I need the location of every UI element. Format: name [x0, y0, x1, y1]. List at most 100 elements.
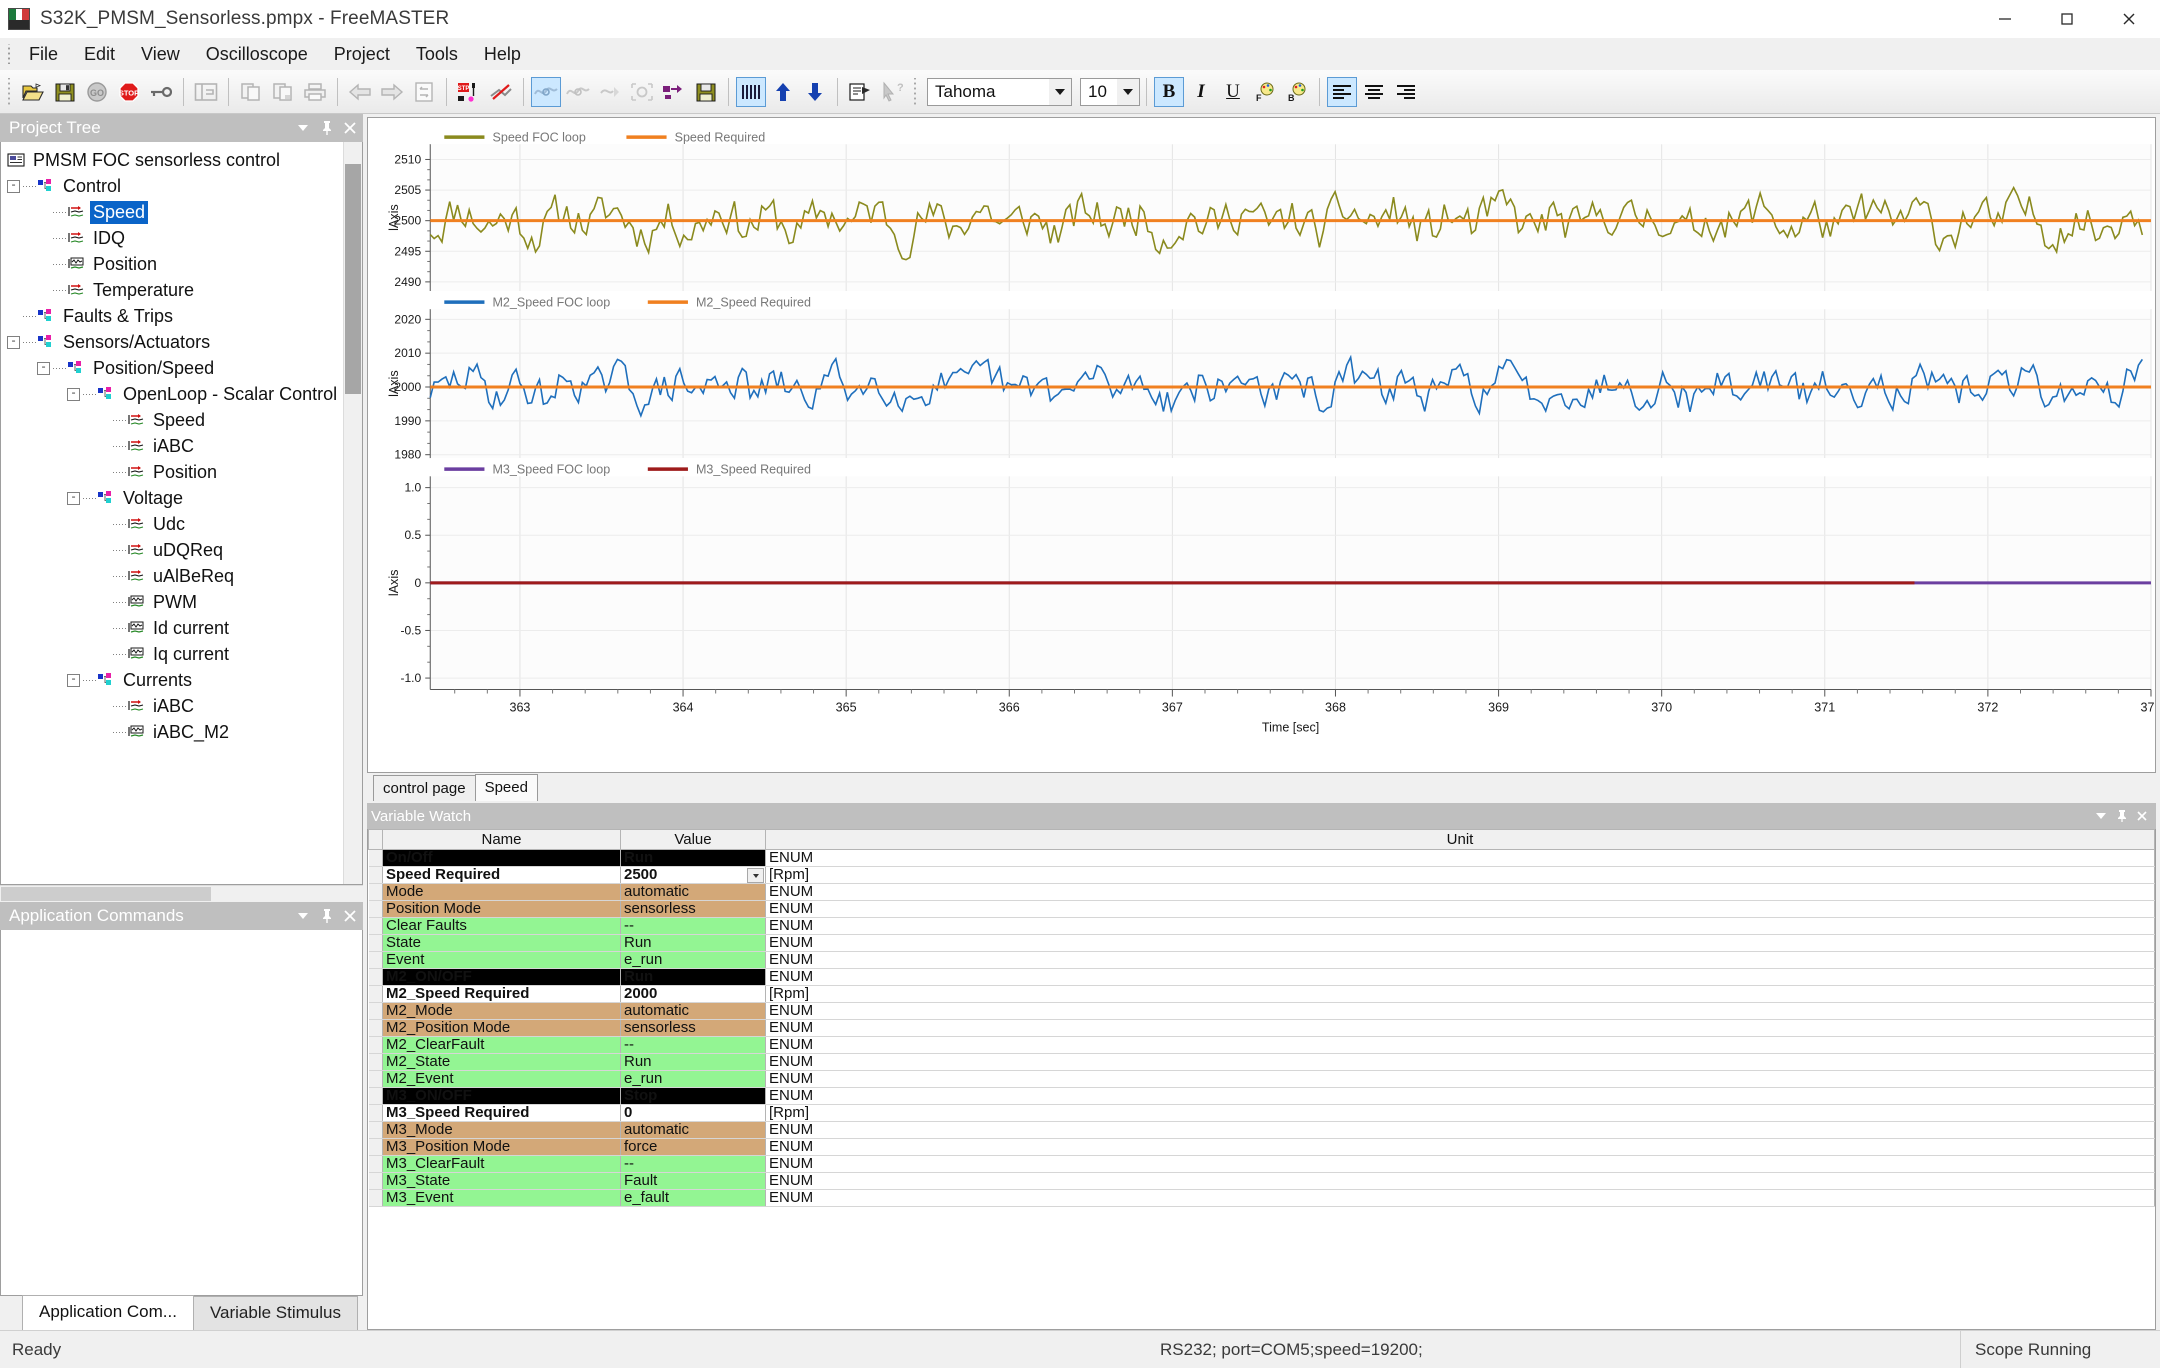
tree-node-temperature[interactable]: Temperature [7, 277, 362, 303]
watch-value-cell[interactable]: 0 [621, 1105, 766, 1122]
watch-name-cell[interactable]: M3_ClearFault [383, 1156, 621, 1173]
tree-node-currents[interactable]: -Currents [7, 667, 362, 693]
column-header-name[interactable]: Name [383, 830, 621, 850]
download-icon[interactable] [800, 77, 830, 107]
row-selector-cell[interactable] [369, 952, 383, 969]
bold-button[interactable]: B [1154, 77, 1184, 107]
watch-name-cell[interactable]: State [383, 935, 621, 952]
tree-node-pwm[interactable]: PWM [7, 589, 362, 615]
help-pointer-icon[interactable]: ? [877, 77, 907, 107]
tree-node-iabc[interactable]: iABC [7, 433, 362, 459]
watch-name-cell[interactable]: M3_Position Mode [383, 1139, 621, 1156]
row-selector-cell[interactable] [369, 1139, 383, 1156]
watch-value-cell[interactable]: e_run [621, 952, 766, 969]
table-row[interactable]: M2_ON/OFFRunENUM [369, 969, 2155, 986]
row-selector-cell[interactable] [369, 1003, 383, 1020]
watch-name-cell[interactable]: M3_Speed Required [383, 1105, 621, 1122]
tree-node-openloop-scalar-control[interactable]: -OpenLoop - Scalar Control [7, 381, 362, 407]
watch-name-cell[interactable]: M2_Speed Required [383, 986, 621, 1003]
tree-node-speed[interactable]: Speed [7, 407, 362, 433]
tree-node-ualbereq[interactable]: uAlBeReq [7, 563, 362, 589]
watch-value-cell[interactable]: Run [621, 1054, 766, 1071]
watch-value-cell[interactable]: force [621, 1139, 766, 1156]
pin-icon[interactable] [321, 120, 333, 136]
table-row[interactable]: M2_StateRunENUM [369, 1054, 2155, 1071]
row-selector-cell[interactable] [369, 1105, 383, 1122]
table-row[interactable]: M3_ModeautomaticENUM [369, 1122, 2155, 1139]
watch-name-cell[interactable]: M3_ON/OFF [383, 1088, 621, 1105]
print-icon[interactable] [300, 77, 330, 107]
row-selector-cell[interactable] [369, 901, 383, 918]
stop-icon[interactable]: STOP [114, 77, 144, 107]
variable-watch-table-area[interactable]: Name Value Unit On/OffRunENUMSpeed Requi… [367, 829, 2156, 1330]
watch-value-cell[interactable]: automatic [621, 1122, 766, 1139]
paste-icon[interactable] [268, 77, 298, 107]
row-selector-cell[interactable] [369, 986, 383, 1003]
panel-menu-icon[interactable] [295, 122, 311, 134]
watch-value-cell[interactable]: sensorless [621, 901, 766, 918]
font-name-combo[interactable]: Tahoma [927, 78, 1072, 106]
properties-icon[interactable] [845, 77, 875, 107]
align-center-icon[interactable] [1359, 77, 1389, 107]
table-row[interactable]: M3_ON/OFFStopENUM [369, 1088, 2155, 1105]
project-tree[interactable]: PMSM FOC sensorless control -ControlSpee… [1, 142, 362, 745]
upload-icon[interactable] [768, 77, 798, 107]
menu-oscilloscope[interactable]: Oscilloscope [193, 40, 321, 68]
tree-expander-icon[interactable]: - [67, 388, 80, 401]
tree-node-udc[interactable]: Udc [7, 511, 362, 537]
table-row[interactable]: M3_ClearFault--ENUM [369, 1156, 2155, 1173]
watch-value-cell[interactable]: Run [621, 969, 766, 986]
chevron-down-icon[interactable] [1049, 79, 1071, 105]
watch-value-cell[interactable]: e_run [621, 1071, 766, 1088]
watch-value-cell[interactable]: sensorless [621, 1020, 766, 1037]
pin-icon[interactable] [321, 908, 333, 924]
watch-name-cell[interactable]: M2_Event [383, 1071, 621, 1088]
tree-node-position[interactable]: Position [7, 251, 362, 277]
close-icon[interactable] [343, 909, 357, 923]
application-commands-list[interactable] [0, 930, 363, 1296]
row-selector-cell[interactable] [369, 1037, 383, 1054]
maximize-button[interactable] [2036, 0, 2098, 38]
tree-node-speed[interactable]: Speed [7, 199, 362, 225]
menu-grip-handle[interactable] [4, 44, 14, 64]
tree-expander-icon[interactable]: - [7, 336, 20, 349]
oscilloscope-plot-area[interactable]: 24902495250025052510lAxisSpeed FOC loopS… [368, 118, 2155, 772]
tree-node-sensors-actuators[interactable]: -Sensors/Actuators [7, 329, 362, 355]
underline-button[interactable]: U [1218, 77, 1248, 107]
disconnect-icon[interactable] [486, 77, 516, 107]
tree-vertical-scrollbar[interactable] [343, 142, 362, 884]
tree-horizontal-scrollbar[interactable] [0, 885, 363, 902]
tree-node-control[interactable]: -Control [7, 173, 362, 199]
tree-node-faults-trips[interactable]: Faults & Trips [7, 303, 362, 329]
project-tree-panel[interactable]: PMSM FOC sensorless control -ControlSpee… [0, 142, 363, 885]
watch-name-cell[interactable]: Event [383, 952, 621, 969]
font-size-combo[interactable]: 10 [1080, 78, 1140, 106]
italic-button[interactable]: I [1186, 77, 1216, 107]
table-row[interactable]: M3_Speed Required0[Rpm] [369, 1105, 2155, 1122]
font-toolbar-grip-handle[interactable] [911, 78, 920, 106]
copy-icon[interactable] [236, 77, 266, 107]
oscilloscope-icon[interactable] [531, 77, 561, 107]
row-selector-cell[interactable] [369, 1020, 383, 1037]
table-row[interactable]: ModeautomaticENUM [369, 884, 2155, 901]
watch-name-cell[interactable]: M2_ClearFault [383, 1037, 621, 1054]
open-project-icon[interactable] [18, 77, 48, 107]
close-icon[interactable] [2136, 810, 2148, 822]
table-row[interactable]: Speed Required2500[Rpm] [369, 867, 2155, 884]
column-header-unit[interactable]: Unit [766, 830, 2155, 850]
row-selector-cell[interactable] [369, 1071, 383, 1088]
table-row[interactable]: M3_Position ModeforceENUM [369, 1139, 2155, 1156]
watch-name-cell[interactable]: Mode [383, 884, 621, 901]
row-selector-cell[interactable] [369, 918, 383, 935]
tree-expander-icon[interactable]: - [67, 492, 80, 505]
table-row[interactable]: M2_ClearFault--ENUM [369, 1037, 2155, 1054]
row-selector-cell[interactable] [369, 969, 383, 986]
watch-name-cell[interactable]: On/Off [383, 850, 621, 867]
watch-value-cell[interactable]: Fault [621, 1173, 766, 1190]
tree-node-position[interactable]: Position [7, 459, 362, 485]
table-row[interactable]: Clear Faults--ENUM [369, 918, 2155, 935]
row-selector-cell[interactable] [369, 1054, 383, 1071]
watch-name-cell[interactable]: Clear Faults [383, 918, 621, 935]
go-icon[interactable]: GO [82, 77, 112, 107]
table-row[interactable]: M2_Position ModesensorlessENUM [369, 1020, 2155, 1037]
